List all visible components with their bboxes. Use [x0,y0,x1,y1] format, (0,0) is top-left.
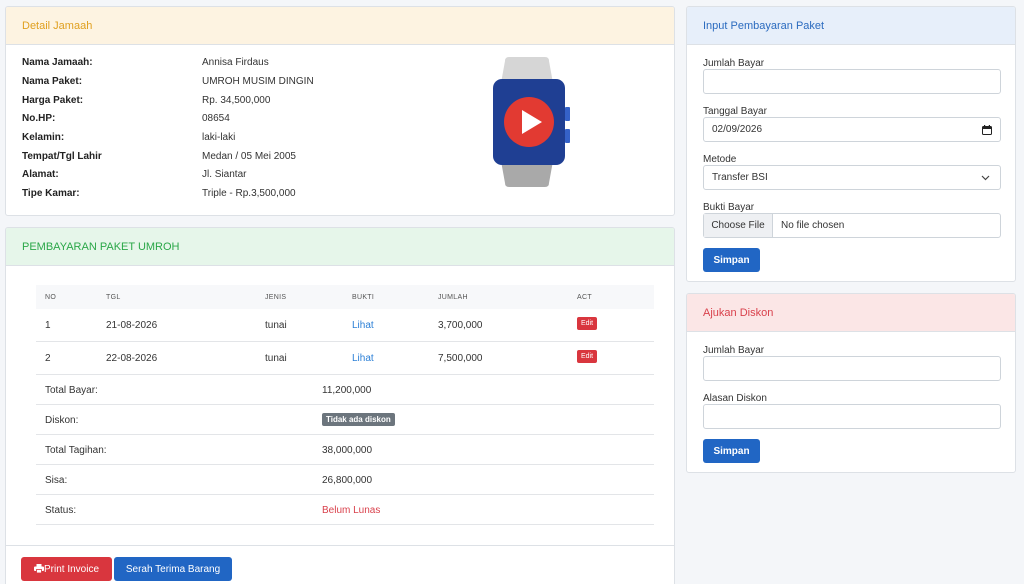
tanggal-bayar-value: 02/09/2026 [712,124,763,135]
detail-value: laki-laki [202,132,236,143]
col-tgl: TGL [106,294,121,301]
metode-label: Metode [703,154,737,165]
summary-value: 11,200,000 [322,385,372,396]
col-jenis: JENIS [265,294,287,301]
chevron-down-icon [981,175,990,181]
detail-value: 08654 [202,113,230,124]
detail-label: Tipe Kamar: [22,188,80,199]
simpan-diskon-button[interactable]: Simpan [703,439,760,463]
file-status-text: No file chosen [781,220,845,231]
jumlah-bayar-label: Jumlah Bayar [703,58,765,69]
calendar-icon[interactable] [982,125,992,135]
summary-label: Sisa: [45,475,68,486]
alasan-diskon-label: Alasan Diskon [703,393,767,404]
choose-file-button[interactable]: Choose File [704,214,773,237]
pembayaran-card: PEMBAYARAN PAKET UMROH NO TGL JENIS BUKT… [5,227,675,584]
cell-tgl: 21-08-2026 [106,320,158,331]
detail-label: No.HP: [22,113,56,124]
cell-tgl: 22-08-2026 [106,353,158,364]
bukti-bayar-file-input[interactable]: Choose File No file chosen [703,213,1001,238]
lihat-bukti-link[interactable]: Lihat [352,353,374,364]
cell-jumlah: 7,500,000 [438,353,483,364]
cell-jumlah: 3,700,000 [438,320,483,331]
alasan-diskon-input[interactable] [703,404,1001,429]
card-footer-divider [6,545,674,546]
tanggal-bayar-input[interactable]: 02/09/2026 [703,117,1001,142]
col-bukti: BUKTI [352,294,375,301]
print-invoice-button[interactable]: Print Invoice [21,557,112,581]
input-pembayaran-header: Input Pembayaran Paket [687,7,1015,45]
summary-value: 38,000,000 [322,445,373,456]
detail-jamaah-card: Detail Jamaah Nama Jamaah: Annisa Firdau… [5,6,675,216]
table-row: 2 22-08-2026 tunai Lihat 7,500,000 Edit [36,342,654,375]
table-header: NO TGL JENIS BUKTI JUMLAH ACT [36,285,654,309]
diskon-jumlah-input[interactable] [703,356,1001,381]
pembayaran-header: PEMBAYARAN PAKET UMROH [6,228,674,266]
summary-total-bayar: Total Bayar: 11,200,000 [36,375,654,405]
detail-label: Tempat/Tgl Lahir [22,151,102,162]
summary-value: 26,800,000 [322,475,373,486]
detail-label: Alamat: [22,169,59,180]
detail-label: Harga Paket: [22,95,84,106]
status-value: Belum Lunas [322,505,381,516]
edit-button[interactable]: Edit [577,350,598,363]
cell-jenis: tunai [265,353,287,364]
detail-jamaah-header: Detail Jamaah [6,7,674,45]
detail-value: Triple - Rp.3,500,000 [202,188,296,199]
summary-label: Diskon: [45,415,79,426]
cell-no: 1 [45,320,51,331]
ajukan-diskon-header: Ajukan Diskon [687,294,1015,332]
edit-button[interactable]: Edit [577,317,598,330]
ajukan-diskon-card: Ajukan Diskon Jumlah Bayar Alasan Diskon… [686,293,1016,473]
diskon-jumlah-label: Jumlah Bayar [703,345,765,356]
col-act: ACT [577,294,592,301]
simpan-pembayaran-button[interactable]: Simpan [703,248,760,272]
bukti-bayar-label: Bukti Bayar [703,202,755,213]
summary-status: Status: Belum Lunas [36,495,654,525]
printer-icon [33,563,44,573]
detail-value: Rp. 34,500,000 [202,95,271,106]
summary-label: Status: [45,505,77,516]
detail-value: Medan / 05 Mei 2005 [202,151,296,162]
input-pembayaran-card: Input Pembayaran Paket Jumlah Bayar Tang… [686,6,1016,282]
detail-value: Annisa Firdaus [202,57,269,68]
col-no: NO [45,294,57,301]
detail-label: Nama Paket: [22,76,83,87]
smartwatch-play-icon [493,57,570,187]
metode-select[interactable]: Transfer BSI [703,165,1001,190]
col-jumlah: JUMLAH [438,294,468,301]
summary-label: Total Tagihan: [45,445,107,456]
detail-label: Kelamin: [22,132,65,143]
detail-value: UMROH MUSIM DINGIN [202,76,314,87]
lihat-bukti-link[interactable]: Lihat [352,320,374,331]
summary-total-tagihan: Total Tagihan: 38,000,000 [36,435,654,465]
metode-value: Transfer BSI [712,172,768,183]
detail-label: Nama Jamaah: [22,57,93,68]
cell-no: 2 [45,353,51,364]
serah-terima-button[interactable]: Serah Terima Barang [114,557,232,581]
table-row: 1 21-08-2026 tunai Lihat 3,700,000 Edit [36,309,654,342]
summary-label: Total Bayar: [45,385,98,396]
print-invoice-label: Print Invoice [43,563,100,575]
cell-jenis: tunai [265,320,287,331]
summary-diskon: Diskon: Tidak ada diskon [36,405,654,435]
jumlah-bayar-input[interactable] [703,69,1001,94]
tanggal-bayar-label: Tanggal Bayar [703,106,767,117]
detail-value: Jl. Siantar [202,169,247,180]
summary-sisa: Sisa: 26,800,000 [36,465,654,495]
status-badge: Tidak ada diskon [322,413,395,426]
